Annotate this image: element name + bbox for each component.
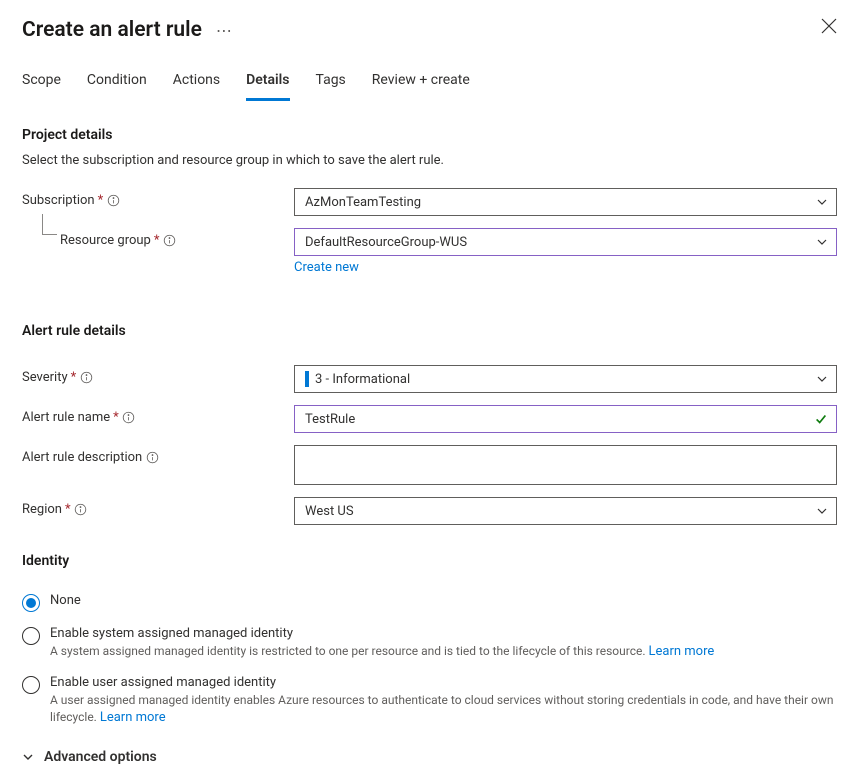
identity-system-label: Enable system assigned managed identity bbox=[50, 626, 714, 641]
learn-more-link[interactable]: Learn more bbox=[100, 710, 166, 725]
chevron-down-icon bbox=[816, 505, 828, 517]
tab-tags[interactable]: Tags bbox=[316, 68, 346, 101]
alert-rule-description-input[interactable] bbox=[294, 445, 837, 485]
advanced-options-toggle[interactable]: Advanced options bbox=[22, 749, 837, 765]
tab-details[interactable]: Details bbox=[246, 68, 289, 101]
required-marker: * bbox=[98, 193, 104, 208]
check-icon bbox=[814, 412, 828, 426]
region-value: West US bbox=[305, 504, 354, 519]
subscription-label: Subscription bbox=[22, 193, 95, 208]
alert-rule-description-label: Alert rule description bbox=[22, 450, 142, 465]
identity-radio-user[interactable] bbox=[22, 676, 40, 694]
required-marker: * bbox=[113, 410, 119, 425]
subscription-dropdown[interactable]: AzMonTeamTesting bbox=[294, 188, 837, 216]
identity-user-label: Enable user assigned managed identity bbox=[50, 675, 837, 690]
info-icon[interactable] bbox=[74, 503, 88, 517]
severity-dropdown[interactable]: 3 - Informational bbox=[294, 365, 837, 393]
alert-rule-name-input[interactable]: TestRule bbox=[294, 405, 837, 433]
resource-group-dropdown[interactable]: DefaultResourceGroup-WUS bbox=[294, 228, 837, 256]
chevron-down-icon bbox=[816, 373, 828, 385]
project-details-heading: Project details bbox=[22, 127, 837, 143]
create-new-link[interactable]: Create new bbox=[294, 260, 359, 275]
page-title: Create an alert rule bbox=[22, 18, 202, 42]
info-icon[interactable] bbox=[145, 451, 159, 465]
chevron-down-icon bbox=[22, 751, 34, 763]
tab-scope[interactable]: Scope bbox=[22, 68, 61, 101]
required-marker: * bbox=[71, 370, 77, 385]
chevron-down-icon bbox=[816, 236, 828, 248]
project-details-desc: Select the subscription and resource gro… bbox=[22, 153, 837, 168]
more-icon[interactable]: ⋯ bbox=[212, 21, 237, 40]
info-icon[interactable] bbox=[79, 371, 93, 385]
required-marker: * bbox=[154, 233, 160, 248]
tab-actions[interactable]: Actions bbox=[173, 68, 220, 101]
alert-rule-details-heading: Alert rule details bbox=[22, 323, 837, 339]
advanced-options-label: Advanced options bbox=[44, 749, 157, 765]
identity-radio-none[interactable] bbox=[22, 594, 40, 612]
info-icon[interactable] bbox=[122, 411, 136, 425]
info-icon[interactable] bbox=[106, 194, 120, 208]
learn-more-link[interactable]: Learn more bbox=[649, 644, 715, 659]
close-icon[interactable] bbox=[821, 18, 837, 34]
identity-system-desc: A system assigned managed identity is re… bbox=[50, 644, 649, 658]
region-dropdown[interactable]: West US bbox=[294, 497, 837, 525]
chevron-down-icon bbox=[816, 196, 828, 208]
tab-condition[interactable]: Condition bbox=[87, 68, 147, 101]
identity-user-desc: A user assigned managed identity enables… bbox=[50, 693, 834, 724]
tab-review-create[interactable]: Review + create bbox=[372, 68, 470, 101]
identity-radio-system[interactable] bbox=[22, 627, 40, 645]
severity-value: 3 - Informational bbox=[315, 372, 410, 387]
alert-rule-name-label: Alert rule name bbox=[22, 410, 110, 425]
region-label: Region bbox=[22, 502, 62, 517]
resource-group-label: Resource group bbox=[60, 233, 151, 248]
resource-group-value: DefaultResourceGroup-WUS bbox=[305, 235, 467, 250]
severity-label: Severity bbox=[22, 370, 68, 385]
tab-bar: Scope Condition Actions Details Tags Rev… bbox=[22, 68, 837, 101]
alert-rule-name-value: TestRule bbox=[305, 412, 355, 427]
identity-heading: Identity bbox=[22, 553, 837, 569]
subscription-value: AzMonTeamTesting bbox=[305, 195, 421, 210]
identity-none-label: None bbox=[50, 593, 81, 608]
required-marker: * bbox=[65, 502, 71, 517]
severity-color-bar bbox=[305, 371, 309, 387]
info-icon[interactable] bbox=[162, 234, 176, 248]
